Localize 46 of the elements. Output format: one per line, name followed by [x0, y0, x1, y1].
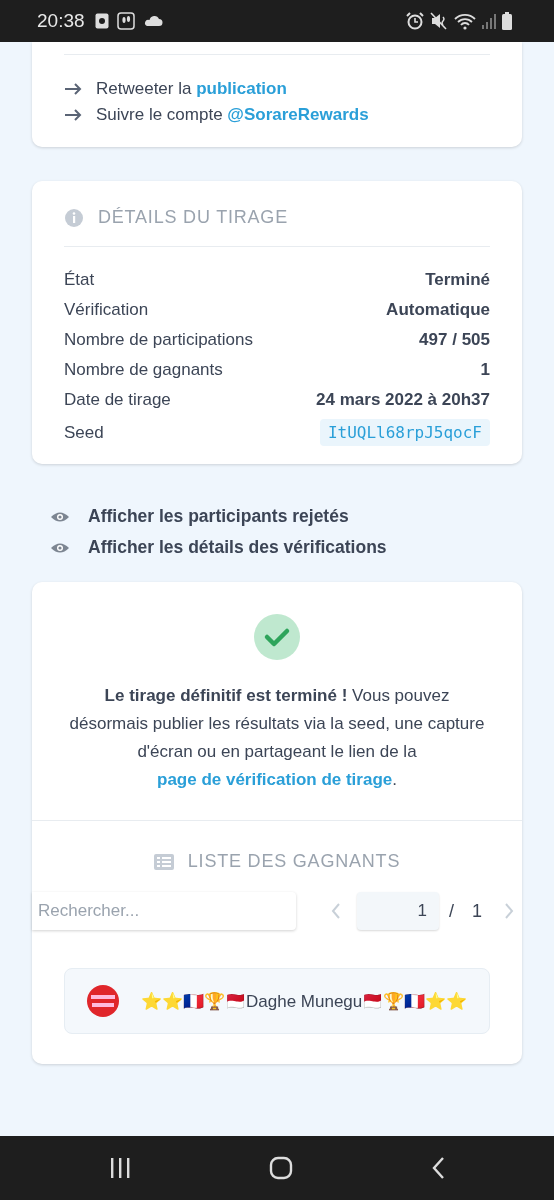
- toggle-link[interactable]: Afficher les participants rejetés: [88, 506, 349, 527]
- task-text: Suivre le compte @SorareRewards: [96, 105, 369, 125]
- arrow-icon: [64, 109, 82, 121]
- signal-icon: [482, 13, 496, 29]
- detail-value: Terminé: [425, 269, 490, 290]
- page-field[interactable]: 1: [356, 892, 439, 930]
- section-title: DÉTAILS DU TIRAGE: [98, 207, 288, 228]
- page-separator: /: [448, 900, 454, 922]
- task-text: Retweeter la publication: [96, 79, 287, 99]
- detail-value: 1: [480, 359, 490, 380]
- link[interactable]: @SorareRewards: [227, 105, 369, 124]
- link[interactable]: publication: [196, 79, 287, 98]
- detail-value: Automatique: [386, 299, 490, 320]
- detail-label: Nombre de gagnants: [64, 359, 223, 380]
- info-icon: [64, 207, 84, 228]
- back-icon[interactable]: [431, 1156, 445, 1180]
- cloud-icon: [142, 15, 163, 27]
- recent-apps-icon[interactable]: [109, 1157, 131, 1179]
- detail-label: Vérification: [64, 299, 149, 320]
- link[interactable]: page de vérification de tirage: [157, 770, 393, 789]
- winner-name: ⭐⭐🇫🇷🏆🇲🇨Daghe Munegu🇲🇨🏆🇫🇷⭐⭐: [141, 990, 468, 1012]
- mute-icon: [430, 12, 448, 30]
- page-total: 1: [472, 900, 482, 922]
- home-icon[interactable]: [269, 1156, 293, 1180]
- detail-label: Nombre de participations: [64, 329, 253, 350]
- search-field[interactable]: Rechercher...: [32, 892, 296, 930]
- check-icon: [254, 614, 300, 660]
- section-title: LISTE DES GAGNANTS: [187, 851, 401, 872]
- footprints-icon: [116, 12, 135, 30]
- seed-code: ItUQLl68rpJ5qocF: [319, 419, 490, 446]
- detail-label: Seed: [64, 422, 104, 443]
- battery-icon: [502, 12, 512, 30]
- arrow-icon: [64, 83, 82, 95]
- detail-value: 24 mars 2022 à 20h37: [316, 389, 490, 410]
- result-message: Le tirage définitif est terminé ! Vous pouvez désormais publier les résultats via la seed, une capture d'écran ou en partageant le lien de la page de vérification de tirage.: [68, 685, 486, 791]
- detail-value: 497 / 505: [419, 329, 490, 350]
- winner-card[interactable]: ⭐⭐🇫🇷🏆🇲🇨Daghe Munegu🇲🇨🏆🇫🇷⭐⭐: [64, 968, 490, 1034]
- list-icon: [153, 853, 174, 870]
- detail-label: Date de tirage: [64, 389, 171, 410]
- app-icon: [94, 13, 109, 29]
- alarm-icon: [406, 12, 424, 30]
- clock: 20:38: [37, 10, 85, 32]
- avatar-icon: [87, 985, 119, 1017]
- toggle-link[interactable]: Afficher les détails des vérifications: [88, 537, 387, 558]
- wifi-icon: [454, 12, 476, 30]
- detail-label: État: [64, 269, 95, 290]
